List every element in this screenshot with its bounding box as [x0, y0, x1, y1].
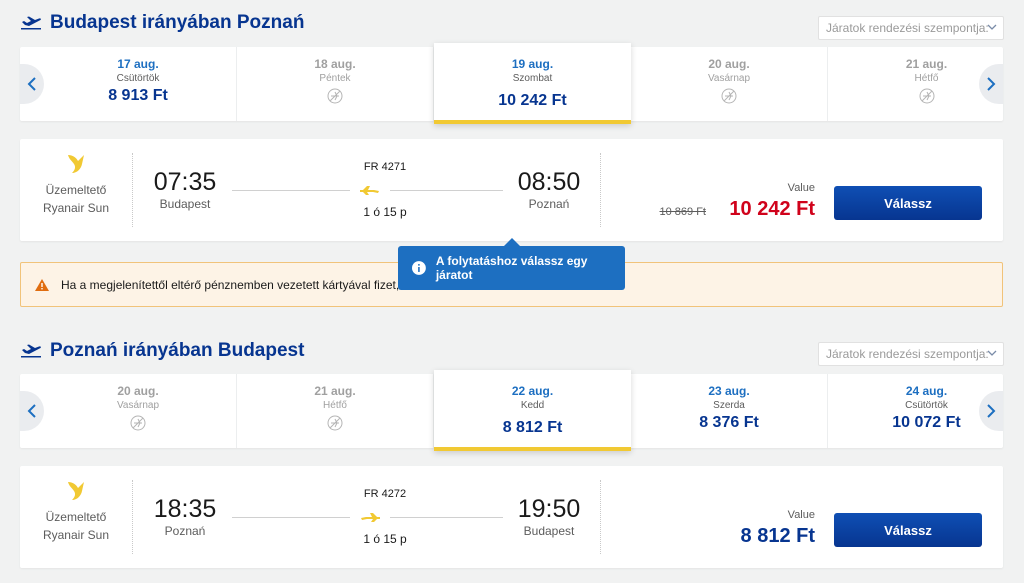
inbound-header: Poznań irányában Budapest — [20, 340, 304, 362]
departure-time: 07:35 — [153, 168, 217, 196]
day-price: 8 913 Ft — [108, 87, 168, 104]
chevron-left-icon — [27, 404, 36, 418]
outbound-date-bar: 17 aug. Csütörtök 8 913 Ft 18 aug. Pénte… — [20, 43, 1003, 124]
inbound-day-2: 21 aug. Hétfő — [237, 374, 434, 448]
day-weekday: Vasárnap — [116, 400, 160, 411]
departure-place: Poznań — [164, 524, 206, 538]
select-flight-button[interactable]: Válassz — [834, 513, 982, 547]
day-weekday: Szombat — [512, 73, 553, 84]
outbound-day-3[interactable]: 19 aug. Szombat 10 242 Ft — [434, 43, 631, 124]
day-price: 8 376 Ft — [699, 414, 759, 431]
arrival-time: 19:50 — [517, 495, 581, 523]
day-weekday: Szerda — [713, 400, 745, 411]
warning-text: Ha a megjelenítettől eltérő pénznemben v… — [61, 277, 410, 292]
day-date: 20 aug. — [117, 384, 159, 398]
day-date: 21 aug. — [314, 384, 356, 398]
day-weekday: Csütörtök — [116, 73, 160, 84]
route-line — [232, 517, 350, 518]
info-icon — [412, 261, 426, 275]
inbound-sort-select[interactable]: Járatok rendezési szempontja: — [818, 342, 1004, 366]
outbound-day-2: 18 aug. Péntek — [237, 47, 434, 121]
no-flight-icon — [919, 88, 934, 104]
select-flight-button[interactable]: Válassz — [834, 186, 982, 220]
divider — [600, 153, 601, 227]
flight-duration: 1 ó 15 p — [363, 205, 407, 219]
select-flight-tooltip: A folytatáshoz válassz egy járatot — [398, 238, 625, 290]
flight-duration: 1 ó 15 p — [363, 532, 407, 546]
inbound-flight-card: Üzemeltető Ryanair Sun 18:35 Poznań FR 4… — [20, 466, 1003, 568]
inbound-date-bar: 20 aug. Vasárnap 21 aug. Hétfő 22 aug. K… — [20, 370, 1003, 451]
operator-name: Ryanair Sun — [42, 201, 110, 215]
outbound-day-1[interactable]: 17 aug. Csütörtök 8 913 Ft — [40, 47, 237, 121]
arrival-time: 08:50 — [517, 168, 581, 196]
day-date: 22 aug. — [511, 384, 554, 398]
divider — [600, 480, 601, 554]
plane-takeoff-icon — [21, 16, 41, 30]
departure-time: 18:35 — [153, 495, 217, 523]
chevron-down-icon — [987, 24, 997, 30]
divider — [132, 153, 133, 227]
day-price: 10 242 Ft — [498, 92, 567, 109]
day-date: 18 aug. — [314, 57, 356, 71]
operator-info: Üzemeltető Ryanair Sun — [20, 480, 132, 544]
arrival-place: Budapest — [523, 524, 575, 538]
chevron-left-icon — [27, 77, 36, 91]
outbound-header: Budapest irányában Poznań — [20, 12, 304, 34]
flight-number: FR 4271 — [363, 161, 407, 173]
no-flight-icon — [130, 415, 146, 431]
arrival-place: Poznań — [528, 197, 570, 211]
route-line — [390, 517, 503, 518]
operator-label: Üzemeltető — [45, 183, 107, 197]
outbound-flight-card: Üzemeltető Ryanair Sun 07:35 Budapest FR… — [20, 139, 1003, 241]
day-date: 23 aug. — [708, 384, 750, 398]
inbound-title: Poznań irányában Budapest — [50, 340, 305, 361]
plane-icon — [361, 513, 380, 522]
day-weekday: Kedd — [520, 400, 545, 411]
operator-label: Üzemeltető — [45, 510, 107, 524]
ryanair-harp-logo — [68, 155, 84, 173]
outbound-title: Budapest irányában Poznań — [50, 12, 305, 33]
no-flight-icon — [721, 88, 737, 104]
inbound-day-4[interactable]: 23 aug. Szerda 8 376 Ft — [631, 374, 828, 448]
warning-triangle-icon — [35, 278, 49, 291]
ryanair-harp-logo — [68, 482, 84, 500]
selected-underline — [434, 120, 631, 124]
departure-place: Budapest — [159, 197, 211, 211]
day-date: 20 aug. — [708, 57, 750, 71]
day-weekday: Péntek — [319, 73, 351, 84]
plane-takeoff-icon — [21, 344, 41, 358]
day-date: 19 aug. — [511, 57, 554, 71]
old-price: 10 869 Ft — [659, 206, 706, 218]
no-flight-icon — [327, 415, 343, 431]
sort-select-label: Járatok rendezési szempontja: — [826, 347, 989, 361]
day-weekday: Hétfő — [323, 400, 347, 411]
plane-icon — [360, 186, 379, 195]
day-date: 17 aug. — [117, 57, 159, 71]
inbound-day-1: 20 aug. Vasárnap — [40, 374, 237, 448]
no-flight-icon — [327, 88, 343, 104]
divider — [132, 480, 133, 554]
day-price: 8 812 Ft — [502, 419, 563, 436]
tooltip-text: A folytatáshoz válassz egy járatot — [435, 254, 588, 282]
chevron-right-icon — [987, 404, 996, 418]
sort-select-label: Járatok rendezési szempontja: — [826, 21, 989, 35]
flight-number: FR 4272 — [363, 488, 407, 500]
operator-info: Üzemeltető Ryanair Sun — [20, 153, 132, 217]
day-weekday: Vasárnap — [707, 73, 751, 84]
outbound-day-4: 20 aug. Vasárnap — [631, 47, 828, 121]
outbound-sort-select[interactable]: Járatok rendezési szempontja: — [818, 16, 1004, 40]
flight-price: 8 812 Ft — [740, 525, 815, 547]
flight-price: 10 242 Ft — [729, 198, 815, 220]
route-line — [390, 190, 503, 191]
chevron-down-icon — [987, 350, 997, 356]
route-line — [232, 190, 350, 191]
operator-name: Ryanair Sun — [42, 528, 110, 542]
chevron-right-icon — [987, 77, 996, 91]
selected-underline — [434, 447, 631, 451]
inbound-day-3[interactable]: 22 aug. Kedd 8 812 Ft — [434, 370, 631, 451]
fare-type-label: Value — [787, 182, 815, 194]
fare-type-label: Value — [787, 509, 815, 521]
